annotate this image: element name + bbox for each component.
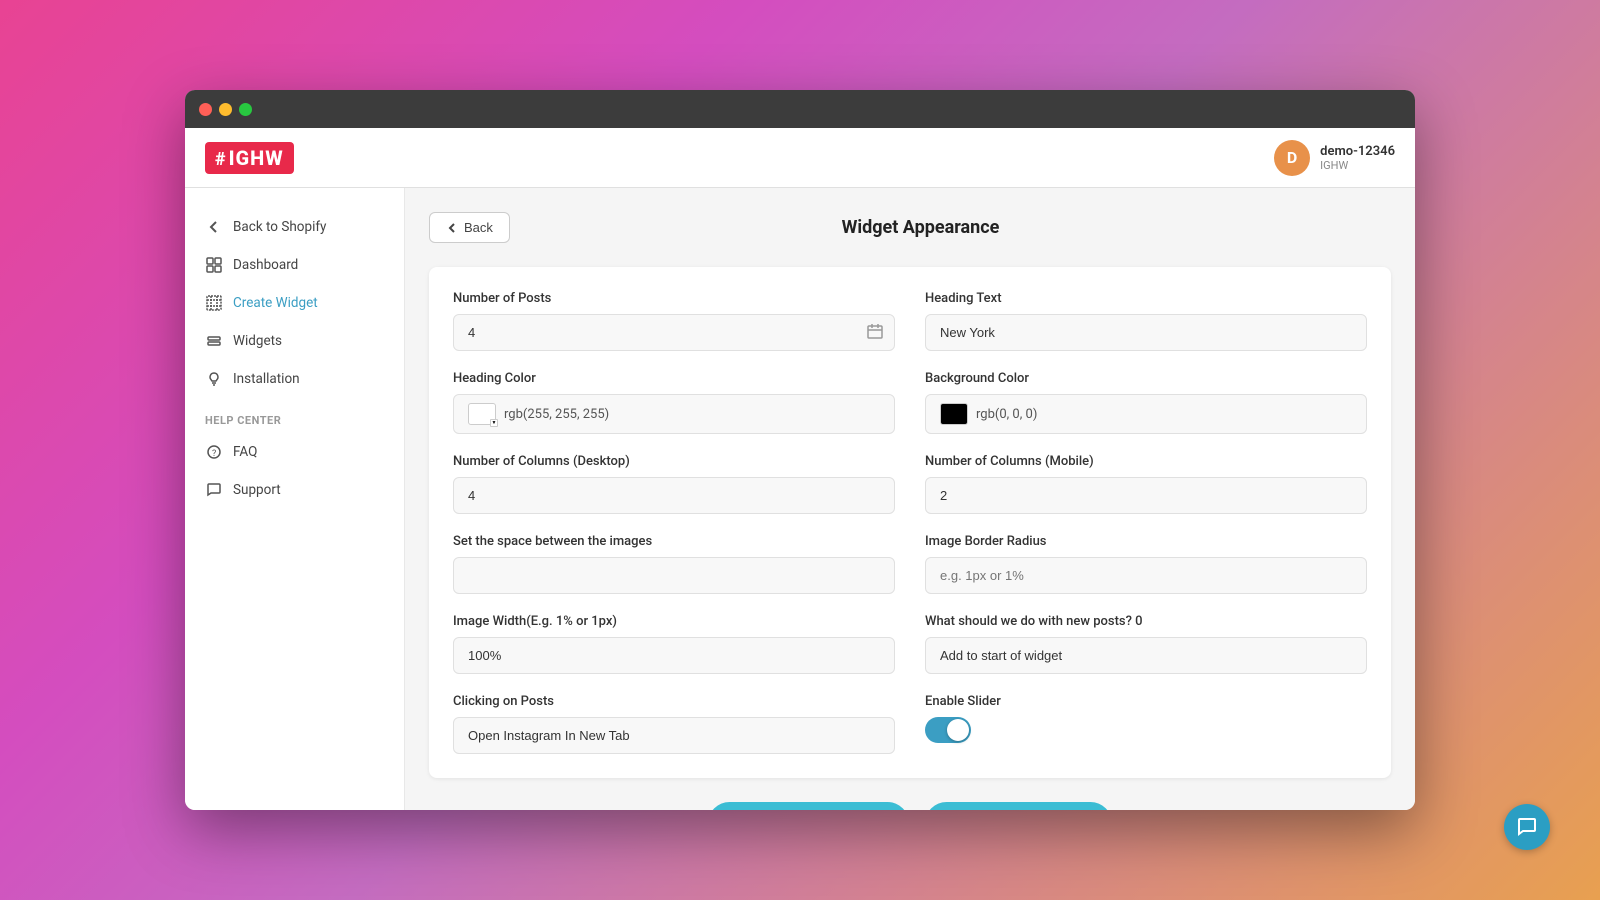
clicking-posts-select[interactable]: Open Instagram In New Tab <box>453 717 895 754</box>
border-radius-label: Image Border Radius <box>925 534 1367 549</box>
columns-mobile-input[interactable] <box>925 477 1367 514</box>
app-window: #IGHW D demo-12346 IGHW <box>185 90 1415 810</box>
app-logo: #IGHW <box>205 142 294 174</box>
color-swatch-dropdown: ▼ <box>490 419 498 427</box>
background-color-group: Background Color rgb(0, 0, 0) <box>925 371 1367 434</box>
titlebar <box>185 90 1415 128</box>
clicking-posts-group: Clicking on Posts Open Instagram In New … <box>453 694 895 754</box>
heading-color-label: Heading Color <box>453 371 895 386</box>
chat-circle-icon <box>205 481 223 499</box>
clicking-posts-label: Clicking on Posts <box>453 694 895 709</box>
body-row: Back to Shopify Dashboard <box>185 188 1415 810</box>
sidebar-label-dashboard: Dashboard <box>233 257 298 273</box>
sidebar-label-back-shopify: Back to Shopify <box>233 219 326 235</box>
heading-text-label: Heading Text <box>925 291 1367 306</box>
heading-color-value: rgb(255, 255, 255) <box>504 407 609 422</box>
number-of-posts-input-wrapper <box>453 314 895 351</box>
sidebar-item-widgets[interactable]: Widgets <box>185 322 404 360</box>
app-header: #IGHW D demo-12346 IGHW <box>185 128 1415 188</box>
sidebar-label-installation: Installation <box>233 371 300 387</box>
logo-hash: # <box>215 149 227 170</box>
border-radius-input[interactable] <box>925 557 1367 594</box>
new-posts-input[interactable] <box>925 637 1367 674</box>
logo-text: IGHW <box>229 146 284 170</box>
sidebar-label-faq: FAQ <box>233 444 257 460</box>
space-between-label: Set the space between the images <box>453 534 895 549</box>
back-button-label: Back <box>464 220 493 235</box>
border-radius-group: Image Border Radius <box>925 534 1367 594</box>
heading-text-group: Heading Text <box>925 291 1367 351</box>
sidebar-label-support: Support <box>233 482 281 498</box>
enable-slider-toggle[interactable] <box>925 717 971 743</box>
enable-slider-group: Enable Slider <box>925 694 1367 754</box>
maximize-button[interactable] <box>239 103 252 116</box>
columns-mobile-group: Number of Columns (Mobile) <box>925 454 1367 514</box>
heading-color-input-wrapper[interactable]: ▼ rgb(255, 255, 255) <box>453 394 895 434</box>
user-text: demo-12346 IGHW <box>1320 144 1395 172</box>
sidebar: Back to Shopify Dashboard <box>185 188 405 810</box>
image-width-label: Image Width(E.g. 1% or 1px) <box>453 614 895 629</box>
heading-color-group: Heading Color ▼ rgb(255, 255, 255) <box>453 371 895 434</box>
svg-text:?: ? <box>212 449 216 459</box>
enable-slider-toggle-row <box>925 717 1367 743</box>
logo-box: #IGHW <box>205 142 294 174</box>
form-card: Number of Posts <box>429 267 1391 778</box>
content-wrapper: #IGHW D demo-12346 IGHW <box>185 128 1415 810</box>
user-subtitle: IGHW <box>1320 159 1395 172</box>
enable-slider-label: Enable Slider <box>925 694 1367 709</box>
chat-bubble-button[interactable] <box>1504 804 1550 850</box>
plus-grid-icon <box>205 294 223 312</box>
toggle-knob <box>947 719 969 741</box>
page-title: Widget Appearance <box>530 217 1311 238</box>
new-posts-group: What should we do with new posts? 0 <box>925 614 1367 674</box>
back-button[interactable]: Back <box>429 212 510 243</box>
columns-desktop-input[interactable] <box>453 477 895 514</box>
sidebar-label-create-widget: Create Widget <box>233 295 318 311</box>
heading-text-input[interactable] <box>925 314 1367 351</box>
background-color-input-wrapper[interactable]: rgb(0, 0, 0) <box>925 394 1367 434</box>
sidebar-item-support[interactable]: Support <box>185 471 404 509</box>
columns-mobile-label: Number of Columns (Mobile) <box>925 454 1367 469</box>
lightbulb-icon <box>205 370 223 388</box>
arrow-left-icon <box>205 218 223 236</box>
new-posts-label: What should we do with new posts? 0 <box>925 614 1367 629</box>
grid-icon <box>205 256 223 274</box>
number-of-posts-group: Number of Posts <box>453 291 895 351</box>
columns-desktop-label: Number of Columns (Desktop) <box>453 454 895 469</box>
heading-color-swatch: ▼ <box>468 403 496 425</box>
background-color-value: rgb(0, 0, 0) <box>976 407 1037 422</box>
calendar-icon <box>867 323 883 343</box>
background-color-label: Background Color <box>925 371 1367 386</box>
close-button[interactable] <box>199 103 212 116</box>
help-center-label: HELP CENTER <box>185 398 404 433</box>
image-width-group: Image Width(E.g. 1% or 1px) <box>453 614 895 674</box>
image-width-input[interactable] <box>453 637 895 674</box>
user-name: demo-12346 <box>1320 144 1395 159</box>
sidebar-item-dashboard[interactable]: Dashboard <box>185 246 404 284</box>
page-header: Back Widget Appearance <box>429 212 1391 243</box>
preview-button[interactable]: PREVIEW <box>925 802 1112 810</box>
question-circle-icon: ? <box>205 443 223 461</box>
traffic-lights <box>199 103 252 116</box>
minimize-button[interactable] <box>219 103 232 116</box>
complete-button[interactable]: COMPLETE <box>708 802 908 810</box>
form-grid: Number of Posts <box>453 291 1367 754</box>
background-color-swatch <box>940 403 968 425</box>
sidebar-item-back-shopify[interactable]: Back to Shopify <box>185 208 404 246</box>
footer-buttons: COMPLETE PREVIEW <box>429 802 1391 810</box>
space-between-group: Set the space between the images <box>453 534 895 594</box>
layers-icon <box>205 332 223 350</box>
user-info: D demo-12346 IGHW <box>1274 140 1395 176</box>
sidebar-label-widgets: Widgets <box>233 333 282 349</box>
space-between-input[interactable] <box>453 557 895 594</box>
main-content: Back Widget Appearance Number of Posts <box>405 188 1415 810</box>
avatar: D <box>1274 140 1310 176</box>
sidebar-item-create-widget[interactable]: Create Widget <box>185 284 404 322</box>
columns-desktop-group: Number of Columns (Desktop) <box>453 454 895 514</box>
number-of-posts-label: Number of Posts <box>453 291 895 306</box>
number-of-posts-input[interactable] <box>453 314 895 351</box>
sidebar-item-installation[interactable]: Installation <box>185 360 404 398</box>
sidebar-item-faq[interactable]: ? FAQ <box>185 433 404 471</box>
